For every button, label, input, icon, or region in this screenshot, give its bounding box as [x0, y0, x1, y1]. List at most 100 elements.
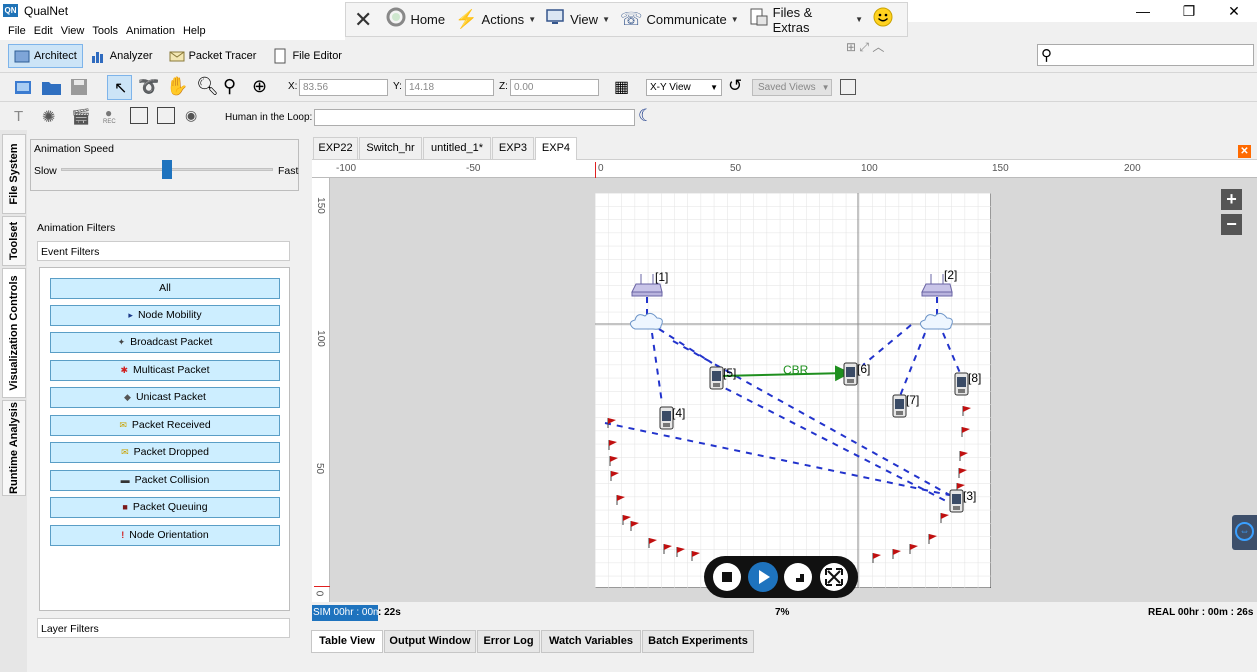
play-button[interactable] — [748, 562, 778, 592]
filter-packet-dropped-button[interactable]: ✉ Packet Dropped — [50, 442, 280, 463]
fullscreen-button[interactable] — [820, 563, 848, 591]
quickbar-collapse-controls[interactable]: ⊞ ⤢ ︿ — [846, 38, 901, 54]
tab-visualization-controls[interactable]: Visualization Controls — [2, 268, 26, 398]
menu-animation[interactable]: Animation — [126, 25, 175, 37]
text-tool-icon[interactable]: T — [14, 108, 23, 125]
smiley-button[interactable] — [873, 7, 897, 32]
mobile-node-icon[interactable] — [954, 372, 969, 396]
maximize-button[interactable]: ❐ — [1166, 0, 1212, 22]
new-scenario-icon[interactable] — [14, 78, 34, 96]
record-button[interactable]: ● REC — [101, 106, 121, 128]
menu-help[interactable]: Help — [183, 25, 206, 37]
pan-hand-icon[interactable]: ✋ — [166, 76, 188, 97]
mobile-node-icon[interactable] — [949, 489, 964, 513]
close-tab-icon[interactable]: ✕ — [1238, 145, 1251, 158]
filter-node-mobility-button[interactable]: ▸ Node Mobility — [50, 305, 280, 326]
tab-file-system[interactable]: File System — [2, 134, 26, 214]
menu-tools[interactable]: Tools — [92, 25, 118, 37]
filter-label: Packet Collision — [134, 474, 210, 486]
menu-edit[interactable]: Edit — [34, 25, 53, 37]
layer-filters-header[interactable]: Layer Filters — [37, 618, 290, 638]
save-icon[interactable] — [70, 78, 88, 96]
close-x-icon: ✕ — [354, 6, 373, 32]
doc-tab-switch-hr[interactable]: Switch_hr — [359, 137, 422, 159]
filter-all-button[interactable]: All — [50, 278, 280, 299]
ruler-v-label: 100 — [314, 330, 326, 347]
clapper-icon[interactable]: 🎬︎ — [71, 107, 91, 127]
select-pointer-button[interactable]: ↖ — [107, 75, 132, 100]
y-coord-input[interactable]: 14.18 — [405, 79, 494, 96]
view-menu[interactable]: View ▼ — [546, 8, 610, 31]
minimize-button[interactable]: — — [1120, 0, 1166, 22]
queuing-icon: ■ — [122, 502, 128, 512]
tab-visualization-controls-label: Visualization Controls — [8, 275, 20, 391]
grid-settings-icon[interactable]: ▦ — [614, 77, 638, 99]
right-panel-handle[interactable]: ⇔ — [1232, 515, 1257, 550]
actions-menu[interactable]: ⚡ Actions ▼ — [455, 9, 536, 30]
x-coord-input[interactable]: 83.56 — [299, 79, 388, 96]
chevron-down-icon: ▼ — [855, 15, 863, 24]
filter-broadcast-packet-button[interactable]: ✦ Broadcast Packet — [50, 332, 280, 353]
stats-chart-icon[interactable] — [157, 107, 175, 124]
menu-view[interactable]: View — [61, 25, 85, 37]
communicate-menu[interactable]: ☏ Communicate ▼ — [620, 9, 739, 30]
view-window-icon[interactable] — [840, 79, 856, 95]
zoom-in-button[interactable]: + — [1221, 189, 1242, 210]
zoom-out-button[interactable]: − — [1221, 214, 1242, 235]
search-input[interactable]: ⚲ — [1037, 44, 1254, 66]
doc-tab-untitled-1[interactable]: untitled_1* — [423, 137, 491, 159]
filter-packet-received-button[interactable]: ✉ Packet Received — [50, 415, 280, 436]
speed-slider-thumb[interactable] — [162, 160, 172, 179]
view-select[interactable]: X-Y View ▼ — [646, 79, 722, 96]
communicate-label: Communicate — [646, 12, 727, 27]
filter-packet-queuing-button[interactable]: ■ Packet Queuing — [50, 497, 280, 518]
filter-packet-collision-button[interactable]: ▬ Packet Collision — [50, 470, 280, 491]
tab-watch-variables[interactable]: Watch Variables — [541, 630, 641, 653]
reset-view-icon[interactable]: ↺ — [728, 76, 742, 96]
tab-error-log[interactable]: Error Log — [477, 630, 540, 653]
doc-tab-exp22[interactable]: EXP22 — [313, 137, 358, 159]
sim-time-prefix: SIM 00hr : 00m — [313, 607, 378, 618]
filter-unicast-packet-button[interactable]: ◆ Unicast Packet — [50, 387, 280, 408]
tab-batch-experiments[interactable]: Batch Experiments — [642, 630, 754, 653]
zoom-area-icon[interactable]: ⚲ — [223, 76, 236, 97]
filter-node-orientation-button[interactable]: ! Node Orientation — [50, 525, 280, 546]
saved-views-select[interactable]: Saved Views ▼ — [752, 79, 832, 96]
z-coord-input[interactable]: 0.00 — [510, 79, 599, 96]
doc-tab-exp4[interactable]: EXP4 — [535, 137, 577, 160]
rotate-view-icon[interactable]: ⊕ — [252, 76, 267, 97]
tab-table-view[interactable]: Table View — [311, 630, 383, 653]
app-title: QualNet — [24, 4, 69, 18]
settings-gear-icon[interactable]: ✺ — [42, 107, 55, 127]
doc-tab-exp3[interactable]: EXP3 — [492, 137, 534, 159]
zoom-icon[interactable]: 🔍︎ — [196, 76, 219, 97]
close-button[interactable]: ✕ — [1211, 0, 1257, 22]
file-editor-tab[interactable]: File Editor — [267, 44, 347, 68]
analyzer-tab[interactable]: Analyzer — [85, 44, 158, 68]
network-canvas[interactable]: CBR [1] [2] [3] [4] [5] [6] [7] [8] — [595, 193, 991, 588]
files-extras-menu[interactable]: Files & Extras ▼ — [749, 5, 863, 35]
packet-tracer-tab[interactable]: Packet Tracer — [164, 44, 262, 68]
mobile-node-icon[interactable] — [892, 394, 907, 418]
view-select-value: X-Y View — [650, 82, 691, 93]
hitl-execute-icon[interactable]: ☾ — [638, 106, 660, 128]
tab-runtime-analysis[interactable]: Runtime Analysis — [2, 400, 26, 496]
menu-file[interactable]: File — [8, 25, 26, 37]
home-button[interactable]: Home — [386, 7, 445, 32]
edit-note-icon[interactable] — [130, 107, 148, 124]
tab-toolset[interactable]: Toolset — [2, 216, 26, 266]
lasso-icon[interactable]: ➰ — [138, 77, 159, 97]
hitl-input[interactable] — [314, 109, 635, 126]
node-label: [8] — [968, 371, 981, 385]
filter-multicast-packet-button[interactable]: ✱ Multicast Packet — [50, 360, 280, 381]
mobile-node-icon[interactable] — [709, 366, 724, 390]
close-scenario-button[interactable]: ✕ — [354, 7, 376, 33]
mobile-node-icon[interactable] — [843, 362, 858, 386]
toggle-icon[interactable]: ◉ — [185, 107, 197, 124]
architect-tab[interactable]: Architect — [8, 44, 83, 68]
stop-button[interactable] — [713, 563, 741, 591]
step-button[interactable] — [784, 563, 812, 591]
tab-output-window[interactable]: Output Window — [384, 630, 476, 653]
open-folder-icon[interactable] — [41, 78, 63, 96]
multicast-icon: ✱ — [120, 365, 129, 375]
